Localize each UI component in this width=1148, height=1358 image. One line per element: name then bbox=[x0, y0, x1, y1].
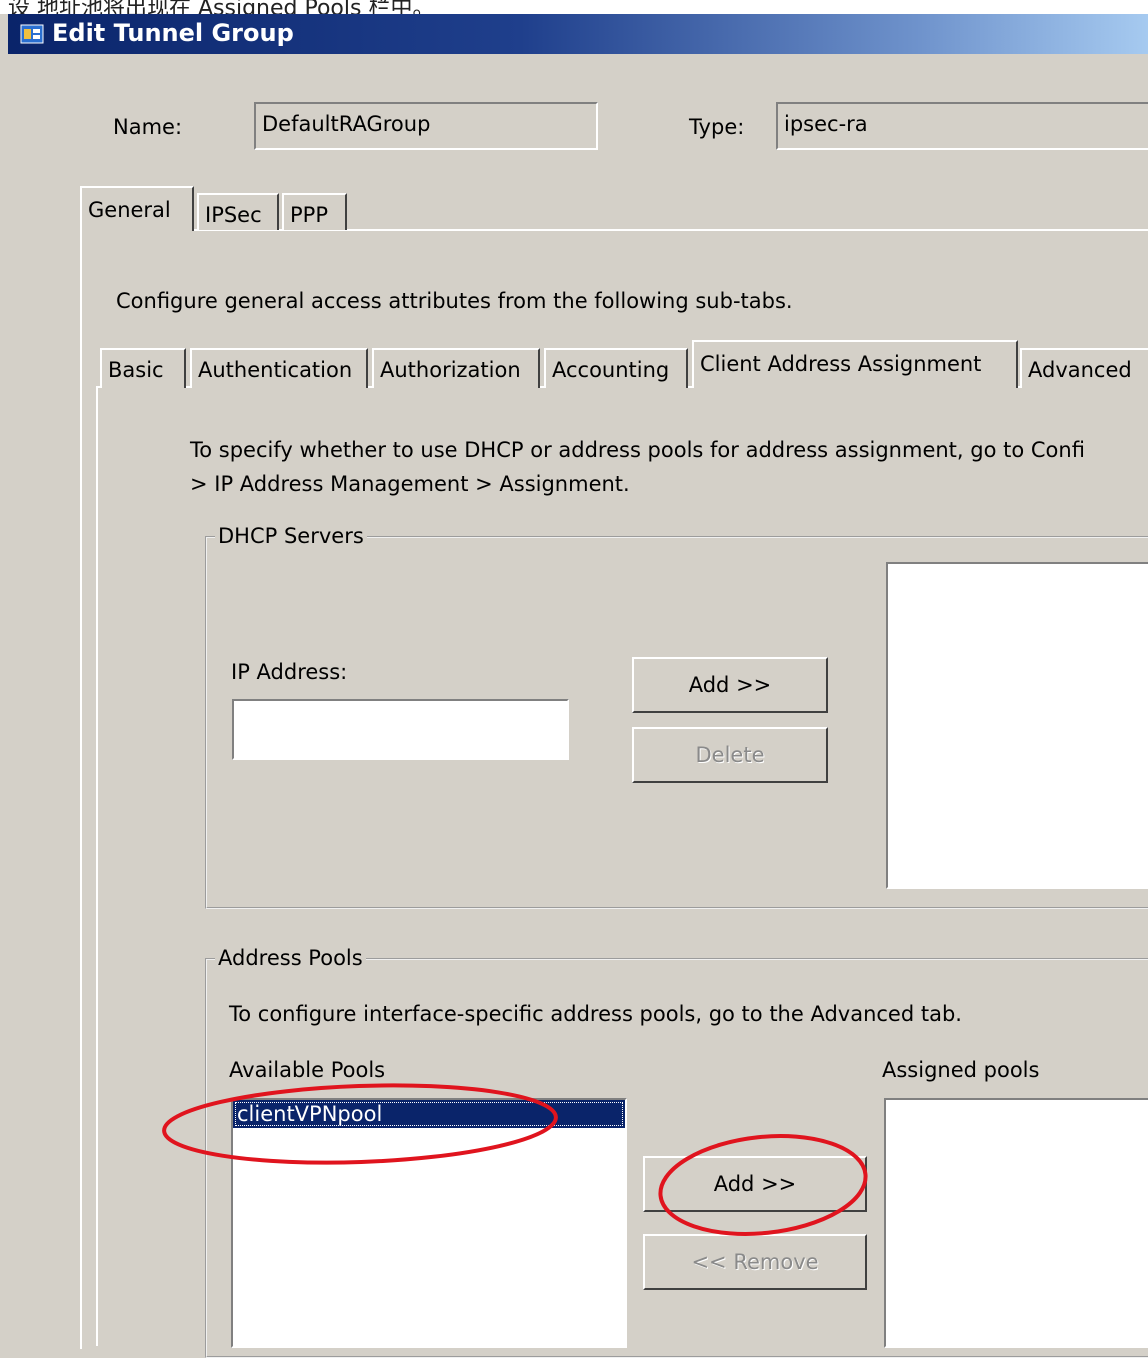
subtab-basic[interactable]: Basic bbox=[100, 348, 186, 388]
instructions-line2: > IP Address Management > Assignment. bbox=[190, 472, 630, 496]
dhcp-delete-button[interactable]: Delete bbox=[632, 727, 828, 783]
pools-remove-button[interactable]: << Remove bbox=[643, 1234, 867, 1290]
available-pools-label: Available Pools bbox=[229, 1058, 386, 1082]
tab-ppp[interactable]: PPP bbox=[282, 193, 347, 230]
name-label: Name: bbox=[113, 115, 183, 139]
pools-add-button[interactable]: Add >> bbox=[643, 1156, 867, 1212]
top-caption: 设 地址池将出现在 Assigned Pools 栏中。 bbox=[8, 0, 435, 14]
app-icon bbox=[20, 24, 44, 44]
dhcp-add-button[interactable]: Add >> bbox=[632, 657, 828, 713]
type-label: Type: bbox=[689, 115, 745, 139]
address-pools-legend: Address Pools bbox=[215, 946, 366, 970]
general-description: Configure general access attributes from… bbox=[116, 289, 793, 313]
name-field[interactable]: DefaultRAGroup bbox=[254, 102, 598, 150]
ip-address-label: IP Address: bbox=[231, 660, 348, 684]
assigned-pools-list[interactable] bbox=[884, 1098, 1148, 1348]
dhcp-servers-list[interactable] bbox=[886, 562, 1148, 889]
tab-ipsec[interactable]: IPSec bbox=[197, 193, 279, 230]
subtab-client-address-assignment[interactable]: Client Address Assignment bbox=[692, 340, 1018, 388]
tab-general[interactable]: General bbox=[80, 186, 194, 231]
type-field[interactable]: ipsec-ra bbox=[776, 102, 1148, 150]
subtab-authentication[interactable]: Authentication bbox=[190, 348, 368, 388]
address-pools-description: To configure interface-specific address … bbox=[229, 1002, 962, 1026]
top-caption-strip: 设 地址池将出现在 Assigned Pools 栏中。 bbox=[0, 0, 1148, 14]
assigned-pools-label: Assigned pools bbox=[882, 1058, 1040, 1082]
subtab-authorization[interactable]: Authorization bbox=[372, 348, 540, 388]
dhcp-servers-legend: DHCP Servers bbox=[215, 524, 367, 548]
available-pools-list[interactable]: clientVPNpool bbox=[231, 1098, 627, 1348]
subtab-advanced[interactable]: Advanced bbox=[1020, 348, 1148, 388]
window-title: Edit Tunnel Group bbox=[52, 19, 294, 47]
subtab-accounting[interactable]: Accounting bbox=[544, 348, 688, 388]
instructions-line1: To specify whether to use DHCP or addres… bbox=[190, 438, 1085, 462]
title-bar: Edit Tunnel Group bbox=[8, 14, 1148, 54]
ip-address-input[interactable] bbox=[232, 699, 569, 760]
list-item[interactable]: clientVPNpool bbox=[233, 1100, 625, 1128]
